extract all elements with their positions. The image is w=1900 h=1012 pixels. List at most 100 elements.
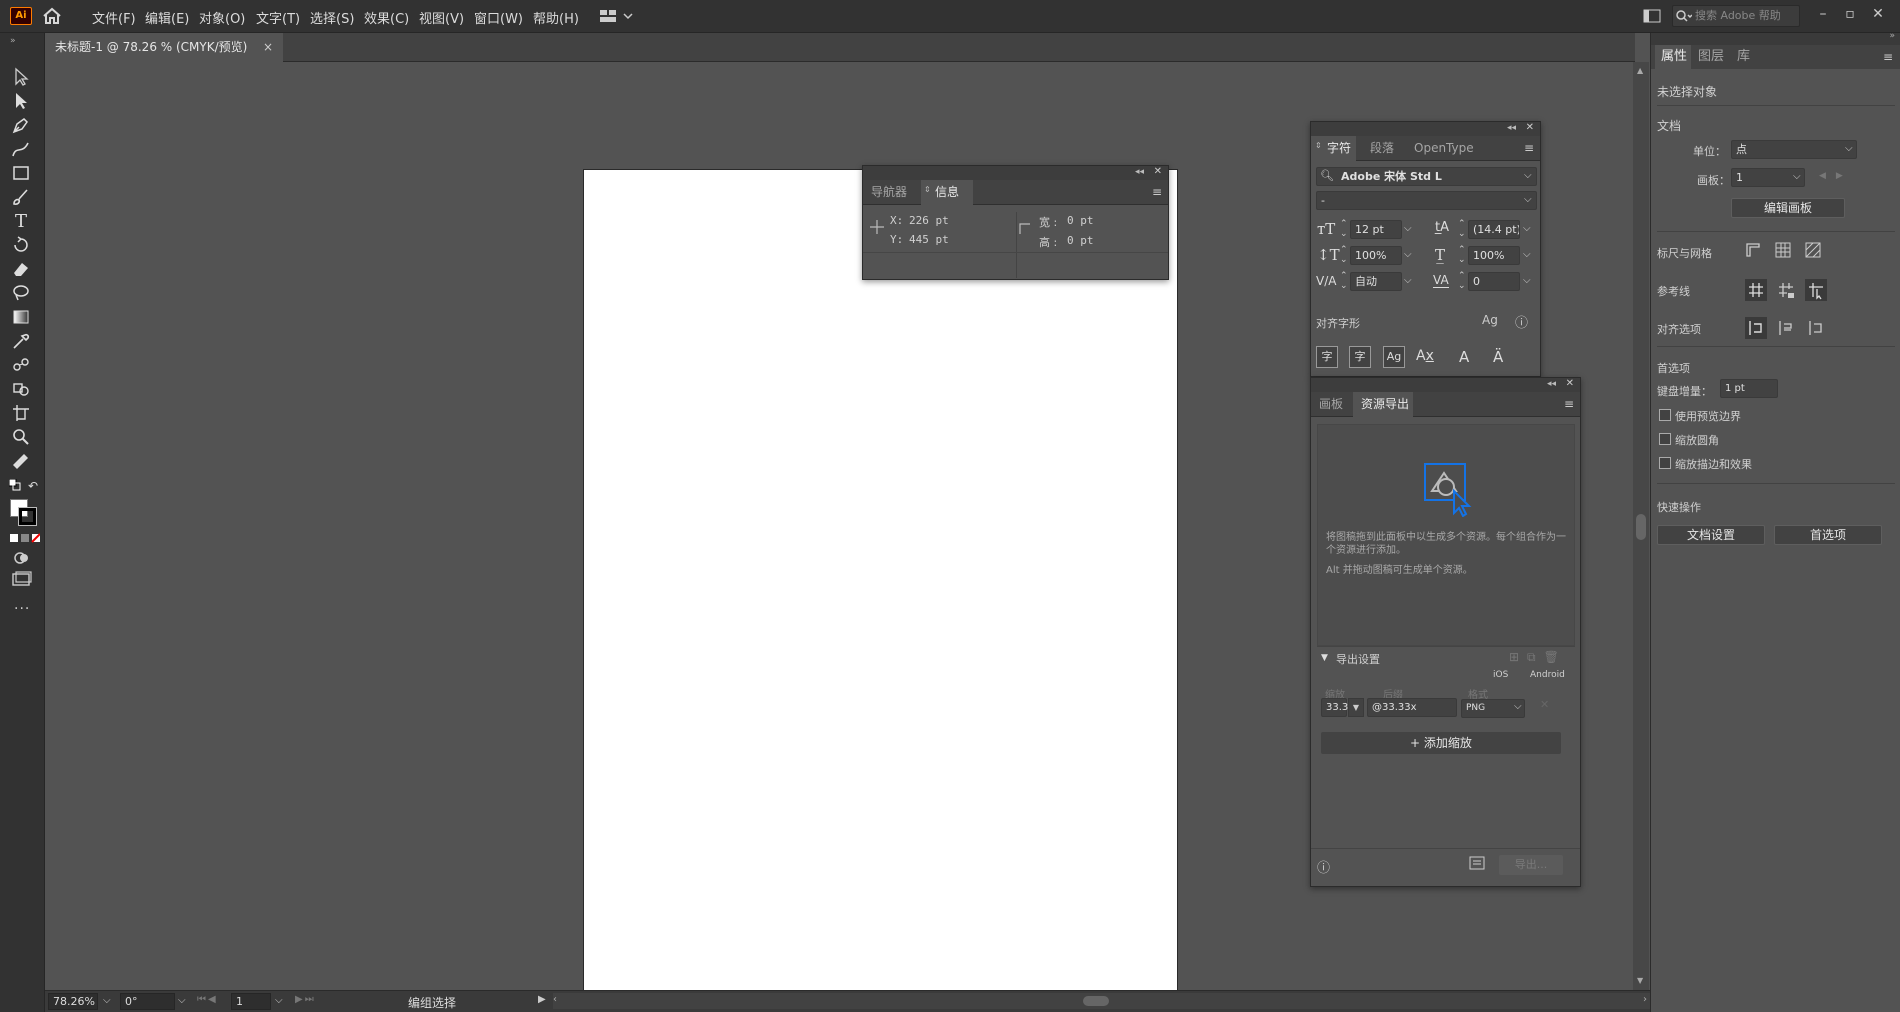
export-for-screens-icon[interactable] (1469, 856, 1485, 870)
artboard-nav-icons[interactable]: ◀▶ (1819, 171, 1853, 181)
swap-colors-icon[interactable]: ↶ (28, 479, 38, 493)
dock-header[interactable]: » (1651, 31, 1900, 45)
keyboard-increment-field[interactable]: 1 pt (1720, 379, 1778, 398)
panel-menu-icon[interactable]: ≡ (1564, 397, 1574, 411)
align-baseline-icon[interactable]: Ax (1416, 348, 1434, 364)
collapse-toolbar-icon[interactable]: » (10, 36, 16, 46)
rotation-dropdown-icon[interactable]: ⌵ (178, 995, 186, 1006)
align-em-box-icon[interactable]: 字 (1316, 346, 1338, 368)
close-tab-icon[interactable]: × (263, 33, 273, 62)
font-size-dropdown-icon[interactable]: ⌵ (1404, 223, 1412, 234)
default-colors-icon[interactable] (9, 479, 21, 491)
kerning-field[interactable]: 自动 (1350, 272, 1402, 291)
scroll-left-icon[interactable]: ‹ (553, 994, 557, 1005)
close-panel-icon[interactable]: ✕ (1154, 166, 1162, 177)
tracking-dropdown-icon[interactable]: ⌵ (1523, 275, 1531, 286)
vertical-scrollbar[interactable]: ▲ ▼ (1633, 62, 1649, 992)
units-dropdown-icon[interactable]: ⌵ (1845, 143, 1853, 154)
font-style-dropdown-icon[interactable]: ⌵ (1524, 194, 1532, 205)
tab-libraries[interactable]: 库 (1737, 45, 1750, 69)
panel-menu-icon[interactable]: ≡ (1152, 185, 1162, 199)
ios-preset-label[interactable]: iOS (1493, 670, 1508, 680)
more-tools-icon[interactable]: ··· (14, 601, 30, 617)
hscroll-thumb[interactable] (1083, 996, 1109, 1006)
status-menu-arrow-icon[interactable]: ▶ (538, 994, 546, 1005)
collapse-panel-icon[interactable]: ◂◂ (1135, 167, 1144, 177)
scroll-thumb[interactable] (1636, 514, 1646, 540)
artboard-tool-icon[interactable] (10, 403, 36, 425)
android-preset-label[interactable]: Android (1530, 670, 1565, 680)
vertical-scale-stepper[interactable]: ⌃ ⌄ (1340, 245, 1348, 265)
menu-window[interactable]: 窗口(W) (474, 8, 523, 27)
rulers-icon[interactable] (1745, 242, 1767, 264)
artboard-next-icons[interactable]: ▶⏭ (295, 994, 316, 1005)
panel-menu-icon[interactable]: ≡ (1524, 141, 1534, 155)
lock-guides-icon[interactable] (1775, 279, 1797, 301)
info-panel-header[interactable]: ◂◂ ✕ (863, 166, 1168, 180)
artboard-dropdown-icon[interactable]: ⌵ (275, 995, 283, 1006)
menu-object[interactable]: 对象(O) (199, 8, 245, 27)
asset-drop-area[interactable]: 将图稿拖到此面板中以生成多个资源。每个组合作为一个资源进行添加。 Alt 并拖动… (1317, 424, 1575, 646)
close-panel-icon[interactable]: ✕ (1566, 378, 1574, 389)
horizontal-scrollbar[interactable]: ‹ › (553, 993, 1653, 1009)
align-icf-box-icon[interactable]: 字 (1349, 346, 1371, 368)
tab-asset-export[interactable]: 资源导出 (1353, 392, 1413, 417)
minimize-button[interactable]: – (1811, 4, 1835, 24)
home-icon[interactable] (42, 7, 62, 25)
tab-paragraph[interactable]: 段落 (1370, 136, 1394, 161)
zoom-tool-icon[interactable] (10, 427, 36, 449)
align-glyph-bounds-icon[interactable]: Ag (1383, 346, 1405, 368)
collapse-panel-icon[interactable]: ◂◂ (1547, 379, 1556, 389)
tab-artboards[interactable]: 画板 (1319, 392, 1343, 417)
menu-view[interactable]: 视图(V) (419, 8, 464, 27)
font-style-field[interactable]: - (1316, 191, 1537, 210)
horizontal-scale-dropdown-icon[interactable]: ⌵ (1523, 249, 1531, 260)
menu-effect[interactable]: 效果(C) (364, 8, 409, 27)
align-angle-icon[interactable]: A (1459, 348, 1469, 366)
units-select[interactable]: 点 (1731, 140, 1857, 159)
draw-mode-icon[interactable] (14, 551, 30, 565)
rotation-field[interactable]: 0° (120, 993, 175, 1010)
maximize-button[interactable]: ▫ (1838, 4, 1862, 24)
type-tool-icon[interactable]: T (10, 211, 36, 233)
screen-mode-icon[interactable] (12, 571, 32, 587)
stroke-color-swatch[interactable] (18, 507, 37, 526)
tab-layers[interactable]: 图层 (1698, 45, 1724, 69)
tab-opentype[interactable]: OpenType (1414, 136, 1474, 161)
workspace-switcher-icon[interactable] (600, 9, 636, 23)
horizontal-scale-field[interactable]: 100% (1468, 246, 1520, 265)
export-button[interactable]: 导出... (1499, 855, 1563, 875)
scroll-up-icon[interactable]: ▲ (1637, 66, 1643, 75)
scroll-right-icon[interactable]: › (1643, 994, 1647, 1005)
scroll-down-icon[interactable]: ▼ (1637, 976, 1643, 985)
selection-tool-icon[interactable] (10, 67, 36, 89)
kerning-stepper[interactable]: ⌃ ⌄ (1340, 271, 1348, 291)
shape-builder-tool-icon[interactable] (10, 379, 36, 401)
smart-guides-icon[interactable] (1805, 279, 1827, 301)
leading-field[interactable]: (14.4 pt) (1468, 220, 1520, 239)
scale-strokes-checkbox[interactable] (1659, 457, 1671, 469)
font-family-field[interactable]: Adobe 宋体 Std L (1316, 167, 1537, 186)
menu-file[interactable]: 文件(F) (92, 8, 136, 27)
panel-menu-icon[interactable]: ≡ (1883, 50, 1893, 64)
transparency-grid-icon[interactable] (1805, 242, 1827, 264)
snap-to-glyph-icon[interactable] (1805, 317, 1827, 339)
close-panel-icon[interactable]: ✕ (1526, 122, 1534, 133)
scale-dropdown-icon[interactable]: ▼ (1348, 698, 1364, 717)
scale-field[interactable]: 33.3 (1321, 698, 1348, 717)
kerning-dropdown-icon[interactable]: ⌵ (1404, 275, 1412, 286)
leading-stepper[interactable]: ⌃ ⌄ (1458, 219, 1466, 239)
grid-icon[interactable] (1775, 242, 1797, 264)
character-panel-header[interactable]: ◂◂ ✕ (1311, 122, 1540, 136)
preferences-button[interactable]: 首选项 (1774, 525, 1882, 545)
glyph-align-settings-icon[interactable]: Ag (1482, 313, 1498, 327)
menu-select[interactable]: 选择(S) (310, 8, 354, 27)
artboard-dropdown-icon[interactable]: ⌵ (1793, 171, 1801, 182)
zoom-dropdown-icon[interactable]: ⌵ (103, 995, 111, 1006)
asset-info-icon[interactable]: ⓘ (1317, 857, 1330, 876)
zoom-field[interactable]: 78.26% (48, 993, 98, 1010)
lasso-tool-icon[interactable] (10, 283, 36, 305)
menu-type[interactable]: 文字(T) (256, 8, 300, 27)
tracking-field[interactable]: 0 (1468, 272, 1520, 291)
asset-panel-header[interactable]: ◂◂ ✕ (1311, 378, 1580, 392)
